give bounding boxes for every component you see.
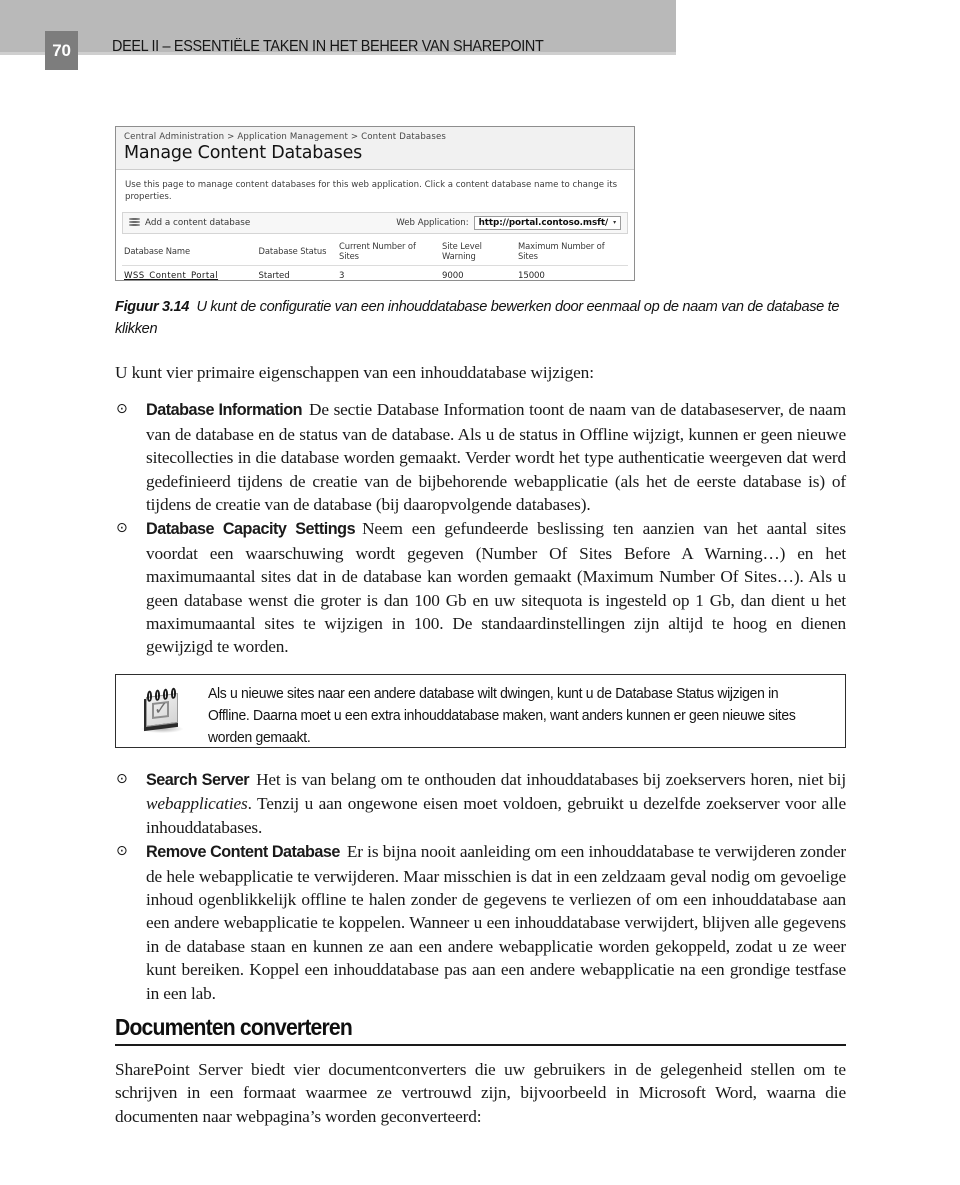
bullet-icon: ⊙ [116, 520, 128, 537]
list-item: ⊙ Database Capacity Settings Neem een gef… [115, 517, 846, 658]
bullet-icon: ⊙ [116, 843, 128, 860]
list-item-body: Database Capacity Settings Neem een gefun… [146, 517, 846, 658]
figure-caption: Figuur 3.14 U kunt de configuratie van e… [115, 296, 845, 339]
section-heading: Documenten converteren [115, 1014, 353, 1040]
list-item: ⊙ Database Information De sectie Database… [115, 398, 846, 516]
note-callout: ✓ Als u nieuwe sites naar een andere dat… [115, 674, 846, 748]
web-application-label: Web Application: [396, 217, 469, 228]
notepad-ring [155, 689, 160, 701]
bullet-icon: ⊙ [116, 771, 128, 787]
content-databases-table: Database Name Database Status Current Nu… [122, 237, 628, 281]
web-application-picker: Web Application: http://portal.contoso.m… [396, 215, 621, 230]
cell-database-status: Started [258, 270, 290, 281]
chevron-down-icon: ▾ [613, 218, 616, 226]
list-item: ⊙ Search Server Het is van belang om te o… [115, 768, 846, 839]
breadcrumb[interactable]: Central Administration > Application Man… [124, 132, 626, 142]
column-header-database-status[interactable]: Database Status [256, 237, 337, 266]
add-content-database-button[interactable]: Add a content database [129, 218, 250, 228]
section-paragraph: SharePoint Server biedt vier documentcon… [115, 1060, 846, 1126]
column-header-maximum-sites[interactable]: Maximum Number of Sites [515, 237, 628, 266]
cell-current-sites: 3 [339, 270, 345, 281]
note-icon-wrap: ✓ [116, 675, 208, 749]
check-icon: ✓ [154, 698, 169, 720]
list-item-body: Remove Content Database Er is bijna nooit… [146, 840, 846, 1005]
figure-caption-text: U kunt de configuratie van een inhouddat… [115, 298, 840, 337]
cell-database-name[interactable]: WSS_Content_Portal [122, 265, 257, 280]
list-item-text-pre: Het is van belang om te onthouden dat in… [256, 770, 846, 789]
notepad-ring [163, 688, 168, 700]
column-header-site-level-warning[interactable]: Site Level Warning [440, 237, 516, 266]
list-item-term: Database Information [146, 401, 303, 420]
list-item-emphasis: webapplicaties [146, 794, 248, 814]
list-item-text-post: . Tenzij u aan ongewone eisen moet voldo… [146, 794, 846, 837]
screenshot-toolbar: Add a content database Web Application: … [122, 211, 628, 234]
list-item-body: Search Server Het is van belang om te ont… [146, 768, 846, 839]
note-text: Als u nieuwe sites naar een andere datab… [208, 686, 796, 746]
bullet-icon: ⊙ [116, 401, 128, 418]
figure-screenshot: Central Administration > Application Man… [115, 126, 635, 281]
list-item-term: Remove Content Database [146, 843, 340, 862]
list-item-term: Database Capacity Settings [146, 520, 356, 539]
list-item-text: Er is bijna nooit aanleiding om een inho… [146, 842, 846, 1003]
list-item-body: Database Information De sectie Database I… [146, 398, 846, 516]
database-icon [129, 218, 140, 227]
table-row[interactable]: WSS_Content_Portal Started 3 9000 15000 [122, 265, 628, 281]
bullet-list-lower: ⊙ Search Server Het is van belang om te o… [115, 768, 846, 1006]
bullet-list-upper: ⊙ Database Information De sectie Database… [115, 398, 846, 658]
notepad-ring [171, 687, 176, 700]
page-number: 70 [52, 40, 71, 60]
column-header-database-name[interactable]: Database Name [122, 237, 257, 266]
figure-caption-label: Figuur 3.14 [115, 298, 190, 315]
web-application-select[interactable]: http://portal.contoso.msft/ ▾ [473, 215, 621, 230]
section-heading-wrap: Documenten converteren [115, 1014, 846, 1046]
add-content-database-label: Add a content database [145, 217, 251, 228]
cell-maximum-sites: 15000 [517, 270, 545, 281]
notepad-ring [147, 690, 152, 702]
list-item: ⊙ Remove Content Database Er is bijna noo… [115, 840, 846, 1005]
page-description: Use this page to manage content database… [116, 170, 634, 212]
list-item-text: Neem een gefundeerde beslissing ten aanz… [146, 519, 846, 657]
table-header-row: Database Name Database Status Current Nu… [122, 237, 628, 266]
notepad-check-icon: ✓ [140, 687, 184, 737]
page-number-box: 70 [45, 31, 78, 70]
column-header-current-sites[interactable]: Current Number of Sites [337, 237, 440, 266]
page-title: Manage Content Databases [124, 143, 363, 163]
section-rule [115, 1044, 846, 1046]
cell-site-level-warning: 9000 [442, 270, 464, 281]
running-head: DEEL II – ESSENTIËLE TAKEN IN HET BEHEER… [112, 38, 544, 55]
screenshot-header: Central Administration > Application Man… [116, 127, 634, 170]
main-content: Figuur 3.14 U kunt de configuratie van e… [115, 296, 846, 660]
lead-paragraph: U kunt vier primaire eigenschappen van e… [115, 363, 594, 383]
list-item-term: Search Server [146, 771, 250, 789]
web-application-value: http://portal.contoso.msft/ [478, 217, 609, 228]
